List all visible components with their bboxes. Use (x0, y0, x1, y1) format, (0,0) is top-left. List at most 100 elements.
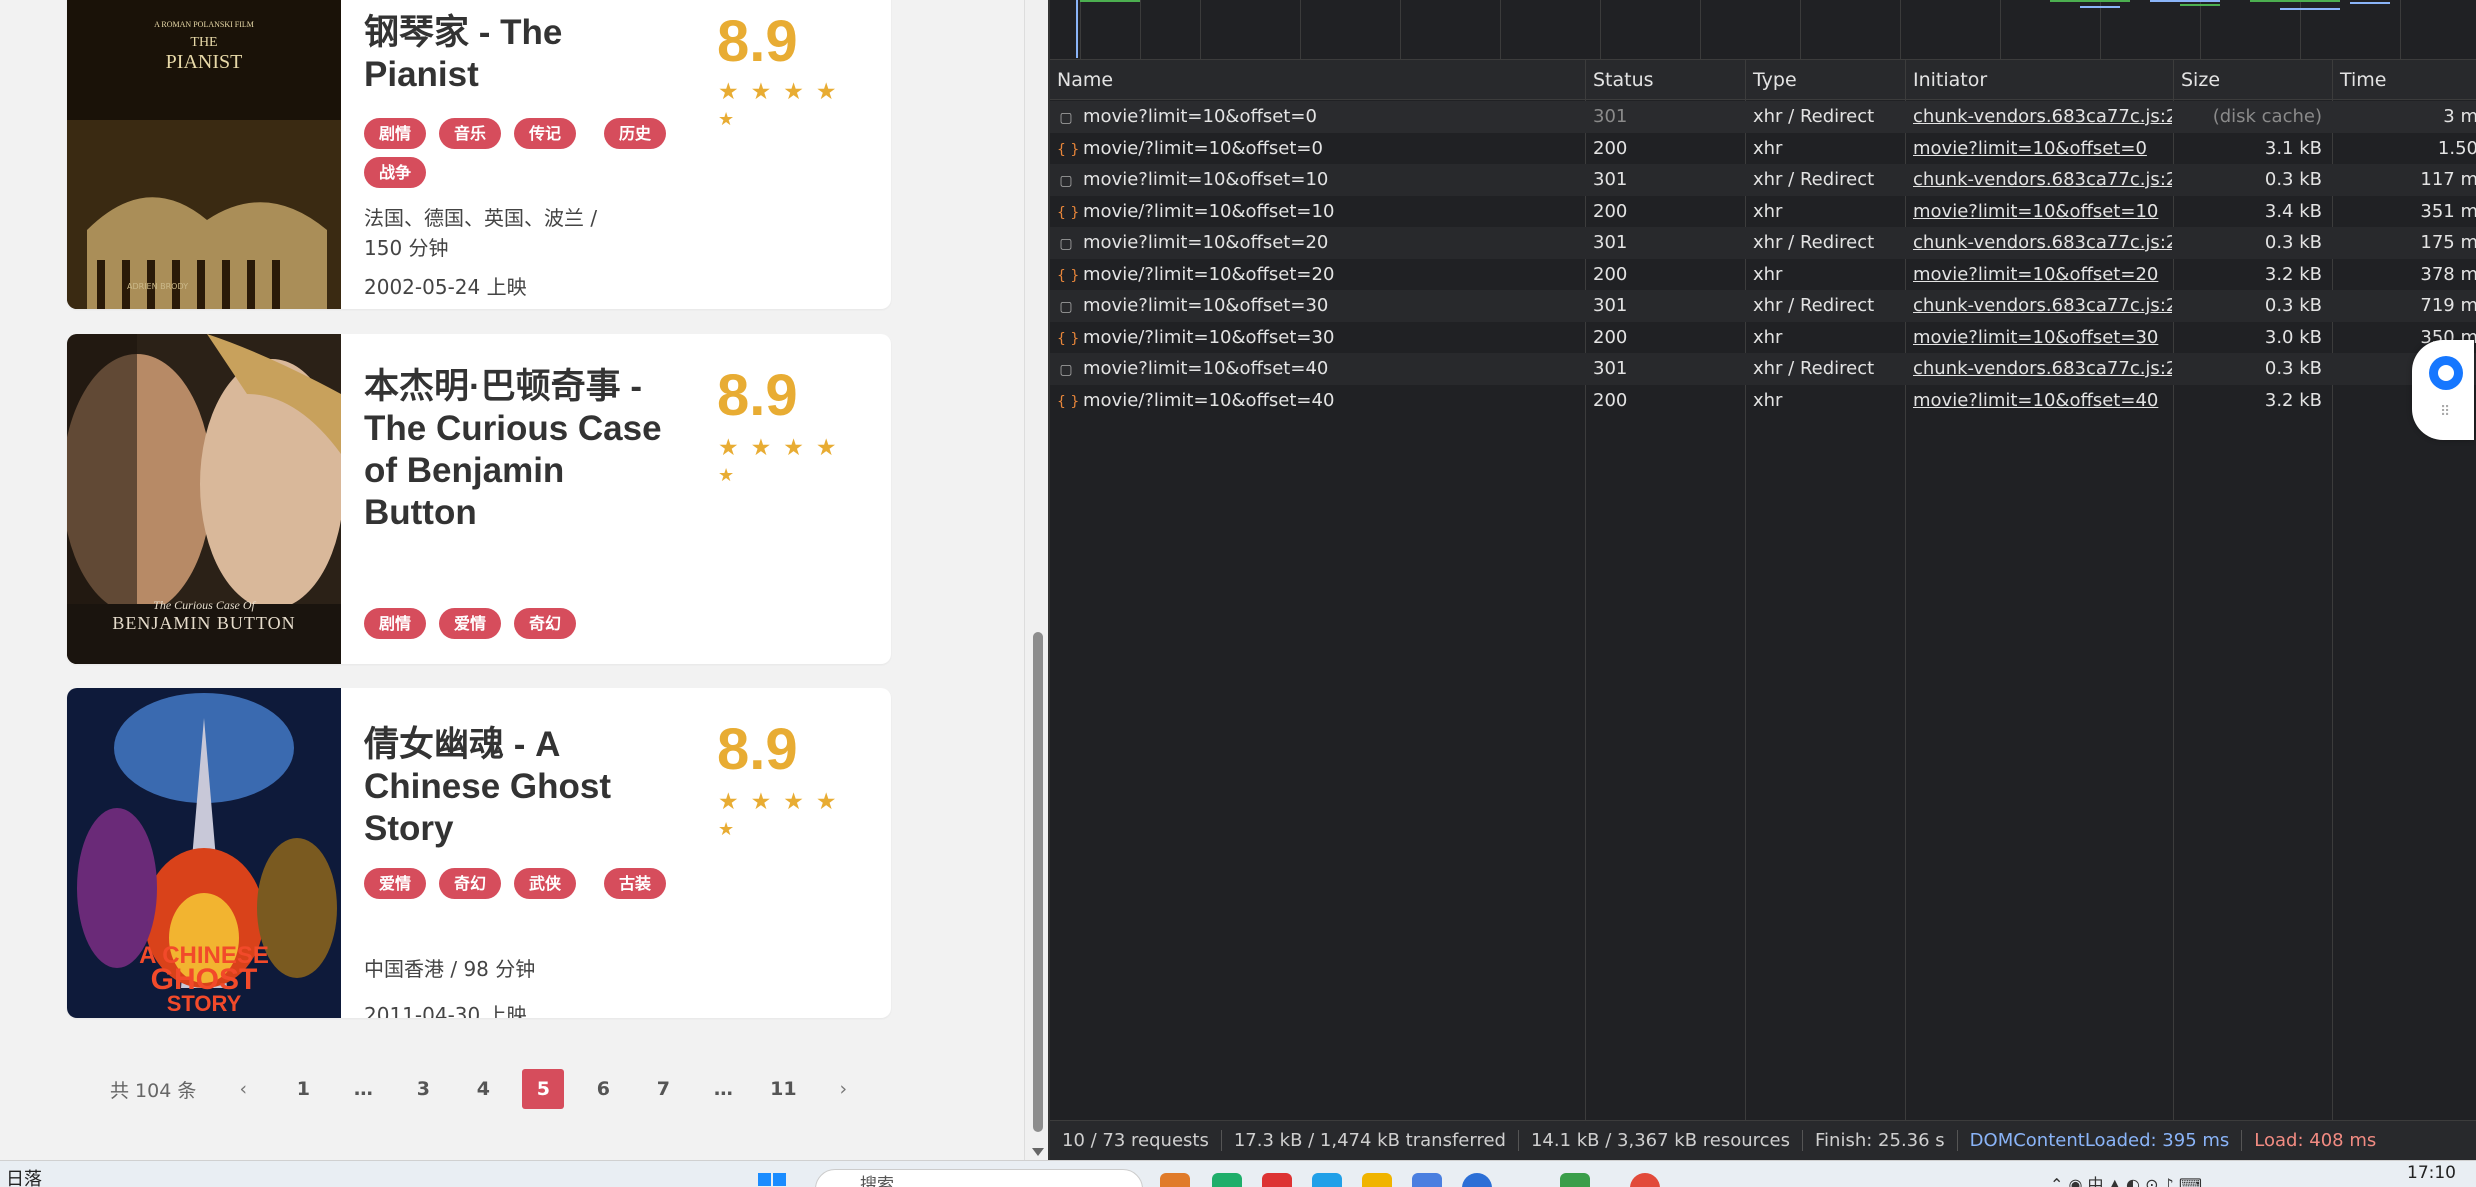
tag-list: 爱情 奇幻 武侠 古装 (364, 868, 694, 899)
request-name[interactable]: movie/?limit=10&offset=20 (1083, 264, 1334, 285)
tray-icons[interactable]: ⌃ ◉ 中 ▲ ◐ ⊙ ♪ ⌨ (2050, 1171, 2202, 1187)
pagination-page[interactable]: 4 (462, 1069, 504, 1109)
network-request-row[interactable]: { } movie/?limit=10&offset=0 200 xhr movie?l… (1050, 133, 2476, 165)
tag: 音乐 (439, 118, 502, 149)
movie-card[interactable]: A CHINESE GHOST STORY 倩女幽魂 - A Chinese G… (67, 688, 891, 1018)
app-icon[interactable] (1262, 1173, 1292, 1187)
tag: 古装 (604, 868, 667, 899)
network-request-row[interactable]: { } movie/?limit=10&offset=30 200 xhr movie?… (1050, 322, 2476, 354)
request-status: 200 (1593, 326, 1628, 348)
assistant-icon[interactable] (2429, 356, 2463, 390)
network-request-row[interactable]: ▢ movie?limit=10&offset=40 301 xhr / Redire… (1050, 353, 2476, 385)
network-summary-bar: 10 / 73 requests 17.3 kB / 1,474 kB trans… (1050, 1120, 2476, 1160)
network-request-row[interactable]: ▢ movie?limit=10&offset=30 301 xhr / Redire… (1050, 290, 2476, 322)
request-initiator-link[interactable]: chunk-vendors.683ca77c.js:23 (1913, 232, 2172, 253)
pagination-page-active[interactable]: 5 (522, 1069, 565, 1109)
taskbar-clock[interactable]: 17:10 (2407, 1163, 2456, 1183)
pagination-page[interactable]: 1 (282, 1069, 324, 1109)
column-header-time[interactable]: Time (2333, 60, 2476, 100)
chrome-icon[interactable] (1630, 1173, 1660, 1187)
column-header-initiator[interactable]: Initiator (1906, 60, 2170, 100)
request-name[interactable]: movie/?limit=10&offset=40 (1083, 390, 1334, 411)
pagination-prev-button[interactable]: ‹ (222, 1069, 264, 1109)
network-request-row[interactable]: ▢ movie?limit=10&offset=0 301 xhr / Redirec… (1050, 101, 2476, 133)
movie-region-duration: 中国香港 / 98 分钟 (364, 957, 536, 981)
network-overview-timeline[interactable] (1050, 0, 2476, 60)
network-request-row[interactable]: { } movie/?limit=10&offset=10 200 xhr movie?… (1050, 196, 2476, 228)
folder-icon[interactable] (1362, 1173, 1392, 1187)
app-icon[interactable] (1160, 1173, 1190, 1187)
movie-title[interactable]: 本杰明·巴顿奇事 - The Curious Case of Benjamin … (364, 366, 664, 534)
movie-card[interactable]: The Curious Case Of BENJAMIN BUTTON 本杰明·… (67, 334, 891, 664)
request-status: 301 (1593, 358, 1628, 379)
request-size: 3.2 kB (2264, 389, 2322, 411)
request-size: 3.2 kB (2264, 263, 2322, 285)
column-header-name[interactable]: Name (1050, 60, 1386, 100)
column-header-status[interactable]: Status (1586, 60, 1746, 100)
request-initiator-link[interactable]: chunk-vendors.683ca77c.js:23 (1913, 106, 2172, 127)
app-icon[interactable] (1412, 1173, 1442, 1187)
request-initiator-link[interactable]: movie?limit=10&offset=40 (1913, 390, 2158, 411)
pagination-page[interactable]: 3 (402, 1069, 444, 1109)
request-name[interactable]: movie?limit=10&offset=20 (1083, 232, 1328, 253)
movie-card[interactable]: A ROMAN POLANSKI FILM THE PIANIST ADRIEN… (67, 0, 891, 309)
movie-score: 8.9 (717, 363, 798, 428)
network-request-row[interactable]: ▢ movie?limit=10&offset=20 301 xhr / Redire… (1050, 227, 2476, 259)
pagination-ellipsis[interactable]: … (702, 1069, 744, 1109)
summary-domcontentloaded: DOMContentLoaded: 395 ms (1957, 1130, 2243, 1151)
scrollbar-thumb[interactable] (1033, 632, 1043, 1132)
request-status: 301 (1593, 106, 1628, 127)
app-icon[interactable] (1312, 1173, 1342, 1187)
column-header-size[interactable]: Size (2174, 60, 2330, 100)
column-header-type[interactable]: Type (1746, 60, 1904, 100)
drag-handle-icon[interactable]: ⠿ (2440, 404, 2450, 420)
movie-title[interactable]: 钢琴家 - The Pianist (364, 12, 664, 96)
app-icon[interactable] (1462, 1173, 1492, 1187)
movie-poster[interactable]: A ROMAN POLANSKI FILM THE PIANIST ADRIEN… (67, 0, 341, 309)
poster-caption: A CHINESE GHOST STORY (139, 942, 269, 1016)
request-initiator-link[interactable]: movie?limit=10&offset=30 (1913, 327, 2158, 348)
start-button-icon[interactable] (758, 1173, 788, 1187)
movie-poster[interactable]: A CHINESE GHOST STORY (67, 688, 341, 1018)
screen: A ROMAN POLANSKI FILM THE PIANIST ADRIEN… (0, 0, 2476, 1187)
request-initiator-link[interactable]: chunk-vendors.683ca77c.js:23 (1913, 358, 2172, 379)
movie-score: 8.9 (717, 9, 798, 74)
poster-caption: The Curious Case Of BENJAMIN BUTTON (112, 598, 296, 633)
request-name[interactable]: movie?limit=10&offset=40 (1083, 358, 1328, 379)
request-initiator-link[interactable]: movie?limit=10&offset=20 (1913, 264, 2158, 285)
request-name[interactable]: movie/?limit=10&offset=10 (1083, 201, 1334, 222)
request-name[interactable]: movie/?limit=10&offset=30 (1083, 327, 1334, 348)
request-initiator-link[interactable]: chunk-vendors.683ca77c.js:23 (1913, 295, 2172, 316)
network-request-row[interactable]: { } movie/?limit=10&offset=40 200 xhr movie?… (1050, 385, 2476, 417)
floating-assistant-button[interactable]: ⠿ (2412, 340, 2474, 440)
pagination-next-button[interactable]: › (822, 1069, 864, 1109)
request-initiator-link[interactable]: movie?limit=10&offset=0 (1913, 138, 2147, 159)
pagination-page[interactable]: 7 (642, 1069, 684, 1109)
document-icon: ▢ (1059, 299, 1073, 315)
pagination-page[interactable]: 6 (582, 1069, 624, 1109)
request-name[interactable]: movie?limit=10&offset=0 (1083, 106, 1317, 127)
tag: 奇幻 (514, 608, 577, 639)
page-scrollbar[interactable] (1024, 0, 1048, 1160)
scroll-down-arrow-icon[interactable] (1032, 1148, 1044, 1156)
network-request-row[interactable]: ▢ movie?limit=10&offset=10 301 xhr / Redire… (1050, 164, 2476, 196)
app-icon[interactable] (1560, 1173, 1590, 1187)
taskbar-search-box[interactable]: 搜索 (815, 1169, 1143, 1187)
request-initiator-link[interactable]: chunk-vendors.683ca77c.js:23 (1913, 169, 2172, 190)
document-icon: ▢ (1059, 236, 1073, 252)
movie-title[interactable]: 倩女幽魂 - A Chinese Ghost Story (364, 724, 664, 850)
network-request-row[interactable]: { } movie/?limit=10&offset=20 200 xhr movie?… (1050, 259, 2476, 291)
request-type: xhr (1753, 389, 1783, 411)
summary-resources: 14.1 kB / 3,367 kB resources (1518, 1130, 1804, 1151)
request-name[interactable]: movie/?limit=10&offset=0 (1083, 138, 1323, 159)
pagination-ellipsis[interactable]: … (342, 1069, 384, 1109)
tag: 剧情 (364, 118, 427, 149)
request-type: xhr (1753, 200, 1783, 222)
pagination-page[interactable]: 11 (762, 1069, 804, 1109)
request-name[interactable]: movie?limit=10&offset=10 (1083, 169, 1328, 190)
movie-poster[interactable]: The Curious Case Of BENJAMIN BUTTON (67, 334, 341, 664)
request-initiator-link[interactable]: movie?limit=10&offset=10 (1913, 201, 2158, 222)
request-name[interactable]: movie?limit=10&offset=30 (1083, 295, 1328, 316)
app-icon[interactable] (1212, 1173, 1242, 1187)
weather-widget[interactable]: 日落 (6, 1165, 42, 1187)
